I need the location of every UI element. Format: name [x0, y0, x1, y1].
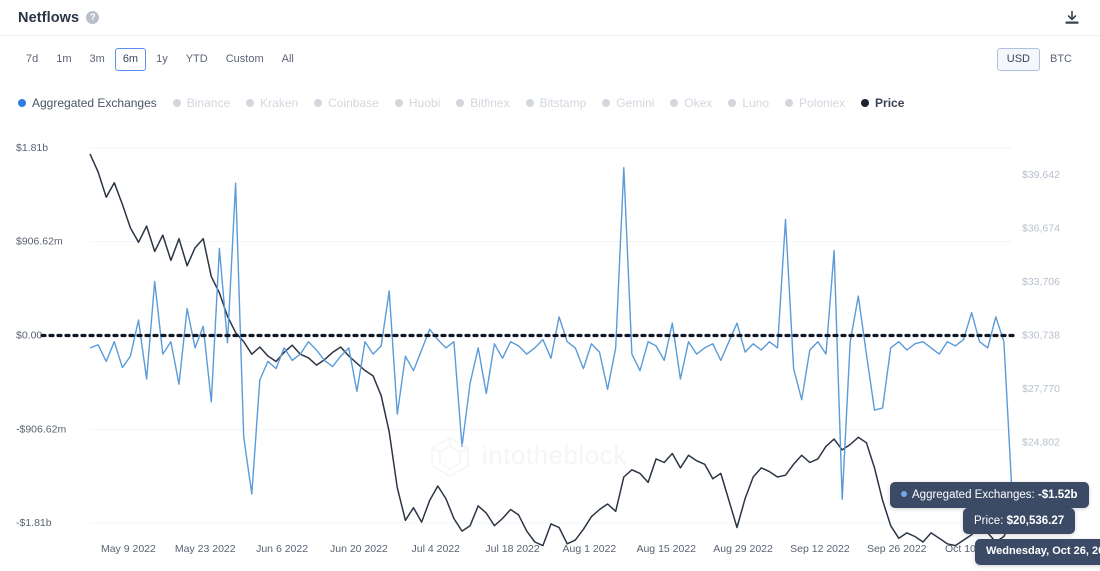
y-axis-left-tick: $906.62m [16, 236, 63, 248]
page-title: Netflows [18, 9, 80, 26]
chart-legend: Aggregated Exchanges Binance Kraken Coin… [0, 90, 1100, 116]
legend-item-okex[interactable]: Okex [670, 97, 712, 109]
legend-label: Huobi [408, 96, 441, 110]
x-axis-tick: Aug 1 2022 [563, 543, 617, 555]
legend-label: Coinbase [328, 96, 379, 110]
legend-dot-icon [670, 99, 679, 107]
currency-button-btc[interactable]: BTC [1040, 48, 1082, 70]
legend-dot-icon [456, 99, 465, 107]
panel-header: Netflows ? [0, 0, 1100, 36]
question-mark-icon[interactable]: ? [86, 11, 100, 24]
legend-item-binance[interactable]: Binance [172, 96, 231, 110]
legend-item-gemini[interactable]: Gemini [602, 97, 654, 109]
price-line [89, 153, 1013, 547]
legend-item-price[interactable]: Price [861, 97, 904, 109]
legend-label: Bitfinex [470, 96, 510, 110]
legend-dot-icon [525, 99, 534, 107]
y-axis-left-tick: $0.00 [16, 330, 42, 342]
legend-dot-icon [785, 99, 794, 107]
legend-item-bitfinex[interactable]: Bitfinex [456, 96, 510, 110]
range-button-1y[interactable]: 1y [148, 48, 176, 70]
currency-button-usd[interactable]: USD [996, 48, 1040, 71]
x-axis-tick: Jun 20 2022 [330, 543, 388, 555]
legend-dot-icon [394, 99, 403, 107]
y-axis-left-tick: $1.81b [16, 142, 48, 154]
legend-dot-icon [18, 99, 26, 107]
tooltip-series-value: -$1.52b [1037, 489, 1078, 501]
range-button-ytd[interactable]: YTD [178, 48, 216, 70]
legend-label: Gemini [616, 96, 655, 110]
y-axis-right-tick: $30,738 [1022, 330, 1060, 342]
y-axis-right-tick: $27,770 [1022, 383, 1060, 395]
tooltip-series: Aggregated Exchanges: -$1.52b [890, 482, 1089, 509]
tooltip-series-label: Aggregated Exchanges: [912, 489, 1038, 501]
legend-label: Poloniex [799, 96, 846, 110]
tooltip-series-dot-icon [901, 490, 907, 497]
legend-dot-icon [172, 99, 181, 107]
time-range-group: 7d 1m 3m 6m 1y YTD Custom All [18, 48, 302, 71]
legend-label: Price [875, 96, 905, 110]
legend-dot-icon [728, 99, 737, 107]
legend-dot-icon [861, 99, 870, 107]
range-button-7d[interactable]: 7d [18, 48, 46, 70]
x-axis-tick: Aug 15 2022 [636, 543, 696, 555]
x-axis-tick: Jul 4 2022 [412, 543, 461, 555]
currency-toggle-group: USD BTC [996, 48, 1082, 71]
tooltip-price-label: Price: [974, 515, 1007, 527]
y-axis-left-tick: -$906.62m [16, 423, 66, 435]
legend-dot-icon [602, 99, 611, 107]
x-axis-tick: Sep 26 2022 [867, 543, 927, 555]
netflows-chart-panel: Netflows ? 7d 1m 3m 6m 1y YTD Custom All… [0, 0, 1100, 571]
legend-item-poloniex[interactable]: Poloniex [785, 97, 845, 109]
legend-item-bitstamp[interactable]: Bitstamp [525, 96, 587, 110]
range-button-3m[interactable]: 3m [82, 48, 113, 70]
y-axis-left-tick: -$1.81b [16, 517, 52, 529]
legend-label: Luno [742, 96, 770, 110]
range-button-6m[interactable]: 6m [114, 48, 147, 71]
legend-label: Binance [186, 96, 231, 110]
legend-item-aggregated-exchanges[interactable]: Aggregated Exchanges [18, 97, 157, 109]
range-button-all[interactable]: All [274, 48, 302, 70]
aggregated-exchanges-line [89, 167, 1013, 500]
legend-dot-icon [246, 99, 255, 107]
legend-dot-icon [314, 99, 323, 107]
legend-label: Bitstamp [539, 96, 587, 110]
tooltip-price: Price: $20,536.27 [963, 508, 1076, 535]
tooltip-price-value: $20,536.27 [1006, 515, 1065, 527]
legend-item-coinbase[interactable]: Coinbase [314, 97, 379, 109]
y-axis-right-tick: $39,642 [1022, 169, 1060, 181]
legend-item-huobi[interactable]: Huobi [394, 96, 441, 110]
range-button-1m[interactable]: 1m [48, 48, 79, 70]
x-axis-tick: May 23 2022 [175, 543, 236, 555]
x-axis-tick: Jun 6 2022 [256, 543, 308, 555]
legend-label: Aggregated Exchanges [32, 96, 157, 110]
y-axis-right-tick: $36,674 [1022, 222, 1060, 234]
x-axis-tick: Aug 29 2022 [713, 543, 773, 555]
download-icon[interactable] [1062, 8, 1082, 28]
chart-controls: 7d 1m 3m 6m 1y YTD Custom All USD BTC [0, 36, 1100, 83]
tooltip-date: Wednesday, Oct 26, 2022 [975, 539, 1100, 565]
legend-item-kraken[interactable]: Kraken [246, 97, 298, 109]
y-axis-right-tick: $24,802 [1022, 437, 1060, 449]
legend-label: Kraken [260, 96, 299, 110]
tooltip-date-value: Wednesday, Oct 26, 2022 [986, 545, 1100, 557]
legend-item-luno[interactable]: Luno [728, 97, 769, 109]
legend-label: Okex [684, 96, 713, 110]
x-axis-tick: Sep 12 2022 [790, 543, 850, 555]
y-axis-right-tick: $33,706 [1022, 276, 1060, 288]
range-button-custom[interactable]: Custom [218, 48, 272, 70]
x-axis-tick: Jul 18 2022 [485, 543, 539, 555]
x-axis-tick: May 9 2022 [101, 543, 156, 555]
